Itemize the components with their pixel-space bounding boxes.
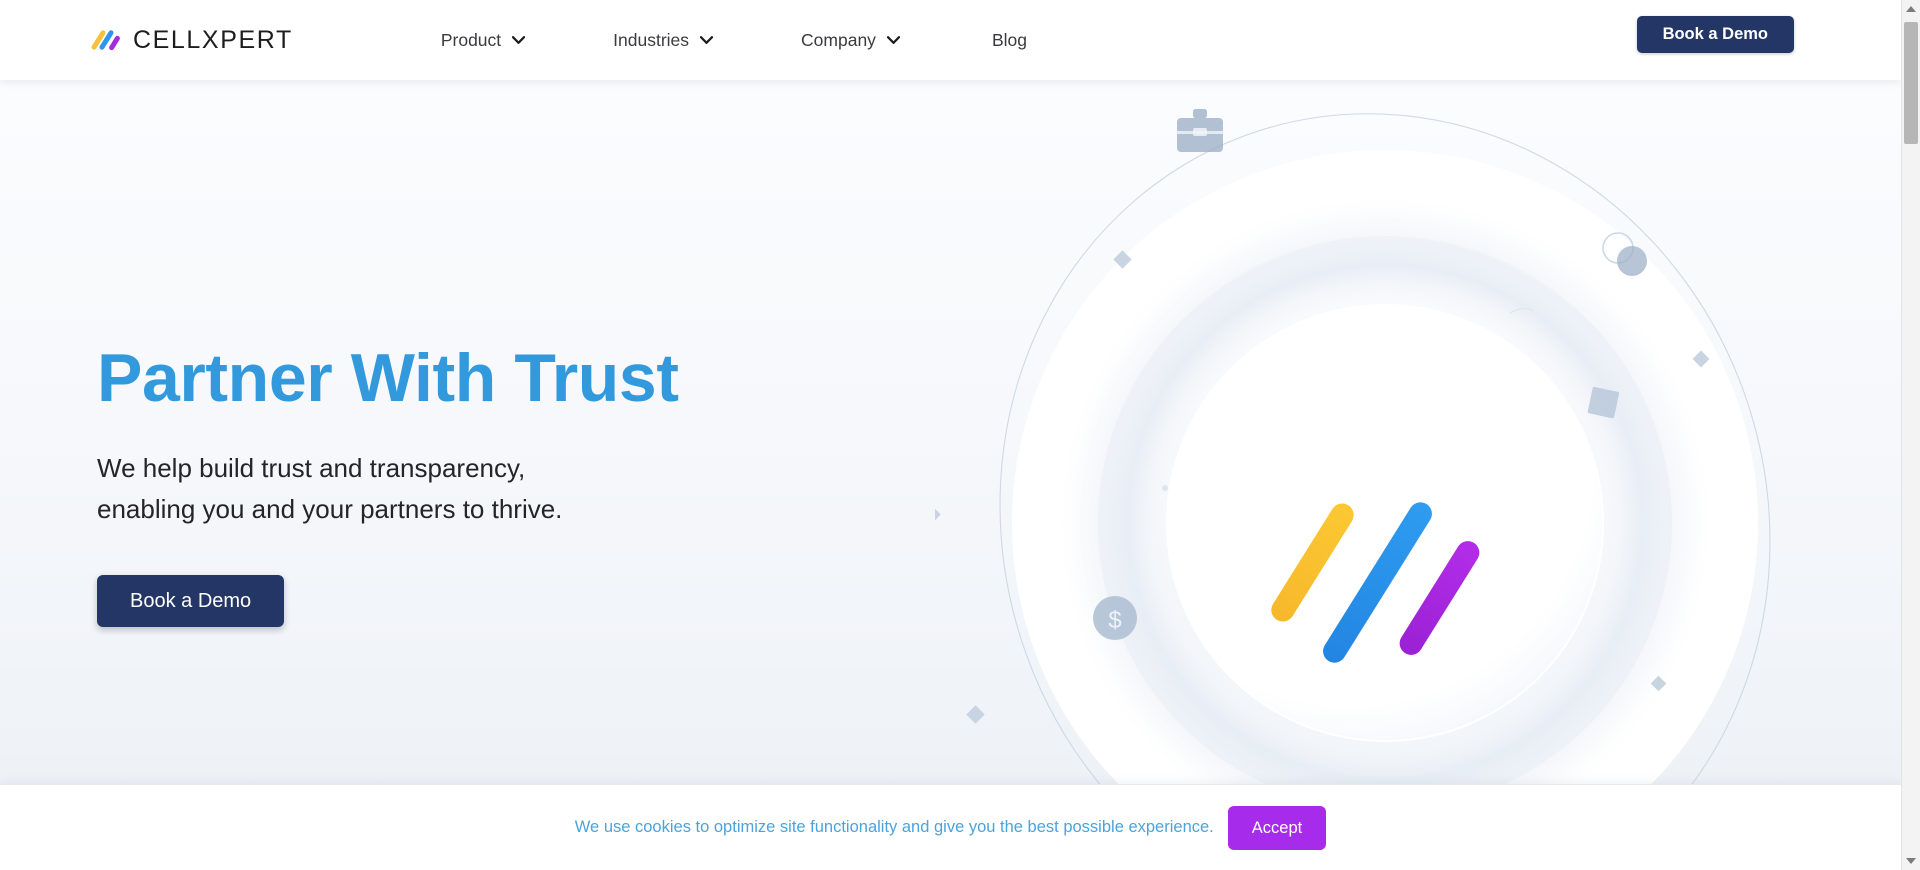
orbit-illustration: $ <box>935 109 1771 784</box>
vertical-scrollbar[interactable] <box>1901 0 1920 870</box>
site-header: CELLXPERT Product Industries Company Blo… <box>0 0 1901 80</box>
scrollbar-thumb[interactable] <box>1904 22 1918 144</box>
cookie-accept-button[interactable]: Accept <box>1227 805 1327 850</box>
hero-subhead-line2: enabling you and your partners to thrive… <box>97 494 563 525</box>
cellxpert-logo-mark <box>1266 495 1498 675</box>
chevron-down-icon <box>700 36 714 44</box>
scroll-down-arrow-icon[interactable] <box>1902 852 1920 870</box>
square-marker-icon <box>1587 386 1620 419</box>
nav-item-label: Industries <box>613 29 690 50</box>
nav-item-product[interactable]: Product <box>440 24 526 57</box>
hero-orbit-graphic: $ <box>935 80 1835 784</box>
nav-item-label: Product <box>440 29 502 50</box>
nav-item-label: Company <box>801 29 876 50</box>
nav-item-industries[interactable]: Industries <box>613 24 714 57</box>
page-title: Partner With Trust <box>97 340 679 416</box>
dollar-coin-icon: $ <box>1093 596 1137 640</box>
nav-item-label: Blog <box>991 29 1027 50</box>
header-book-demo-button[interactable]: Book a Demo <box>1636 16 1794 53</box>
chevron-down-icon <box>886 36 900 44</box>
brand-name: CELLXPERT <box>133 25 293 54</box>
brand-logo[interactable]: CELLXPERT <box>90 25 293 55</box>
scroll-up-arrow-icon[interactable] <box>1902 0 1920 18</box>
briefcase-icon <box>1177 109 1223 152</box>
cellxpert-logo-icon <box>90 27 123 53</box>
hero-subhead: We help build trust and transparency, en… <box>97 448 679 530</box>
hero-book-demo-button[interactable]: Book a Demo <box>97 574 285 627</box>
nav-item-company[interactable]: Company <box>801 24 900 57</box>
cookie-consent-banner: We use cookies to optimize site function… <box>0 784 1901 870</box>
svg-text:$: $ <box>1108 607 1121 634</box>
main-navigation: Product Industries Company Blog <box>441 24 1027 57</box>
page-root: CELLXPERT Product Industries Company Blo… <box>0 0 1920 870</box>
chevron-down-icon <box>512 36 526 44</box>
hero-copy: Partner With Trust We help build trust a… <box>97 340 679 627</box>
nav-item-blog[interactable]: Blog <box>992 24 1027 57</box>
cookie-message: We use cookies to optimize site function… <box>574 818 1214 836</box>
hero-subhead-line1: We help build trust and transparency, <box>97 453 526 484</box>
hero-section: $ Partner With Trust We help build trust… <box>0 80 1901 784</box>
